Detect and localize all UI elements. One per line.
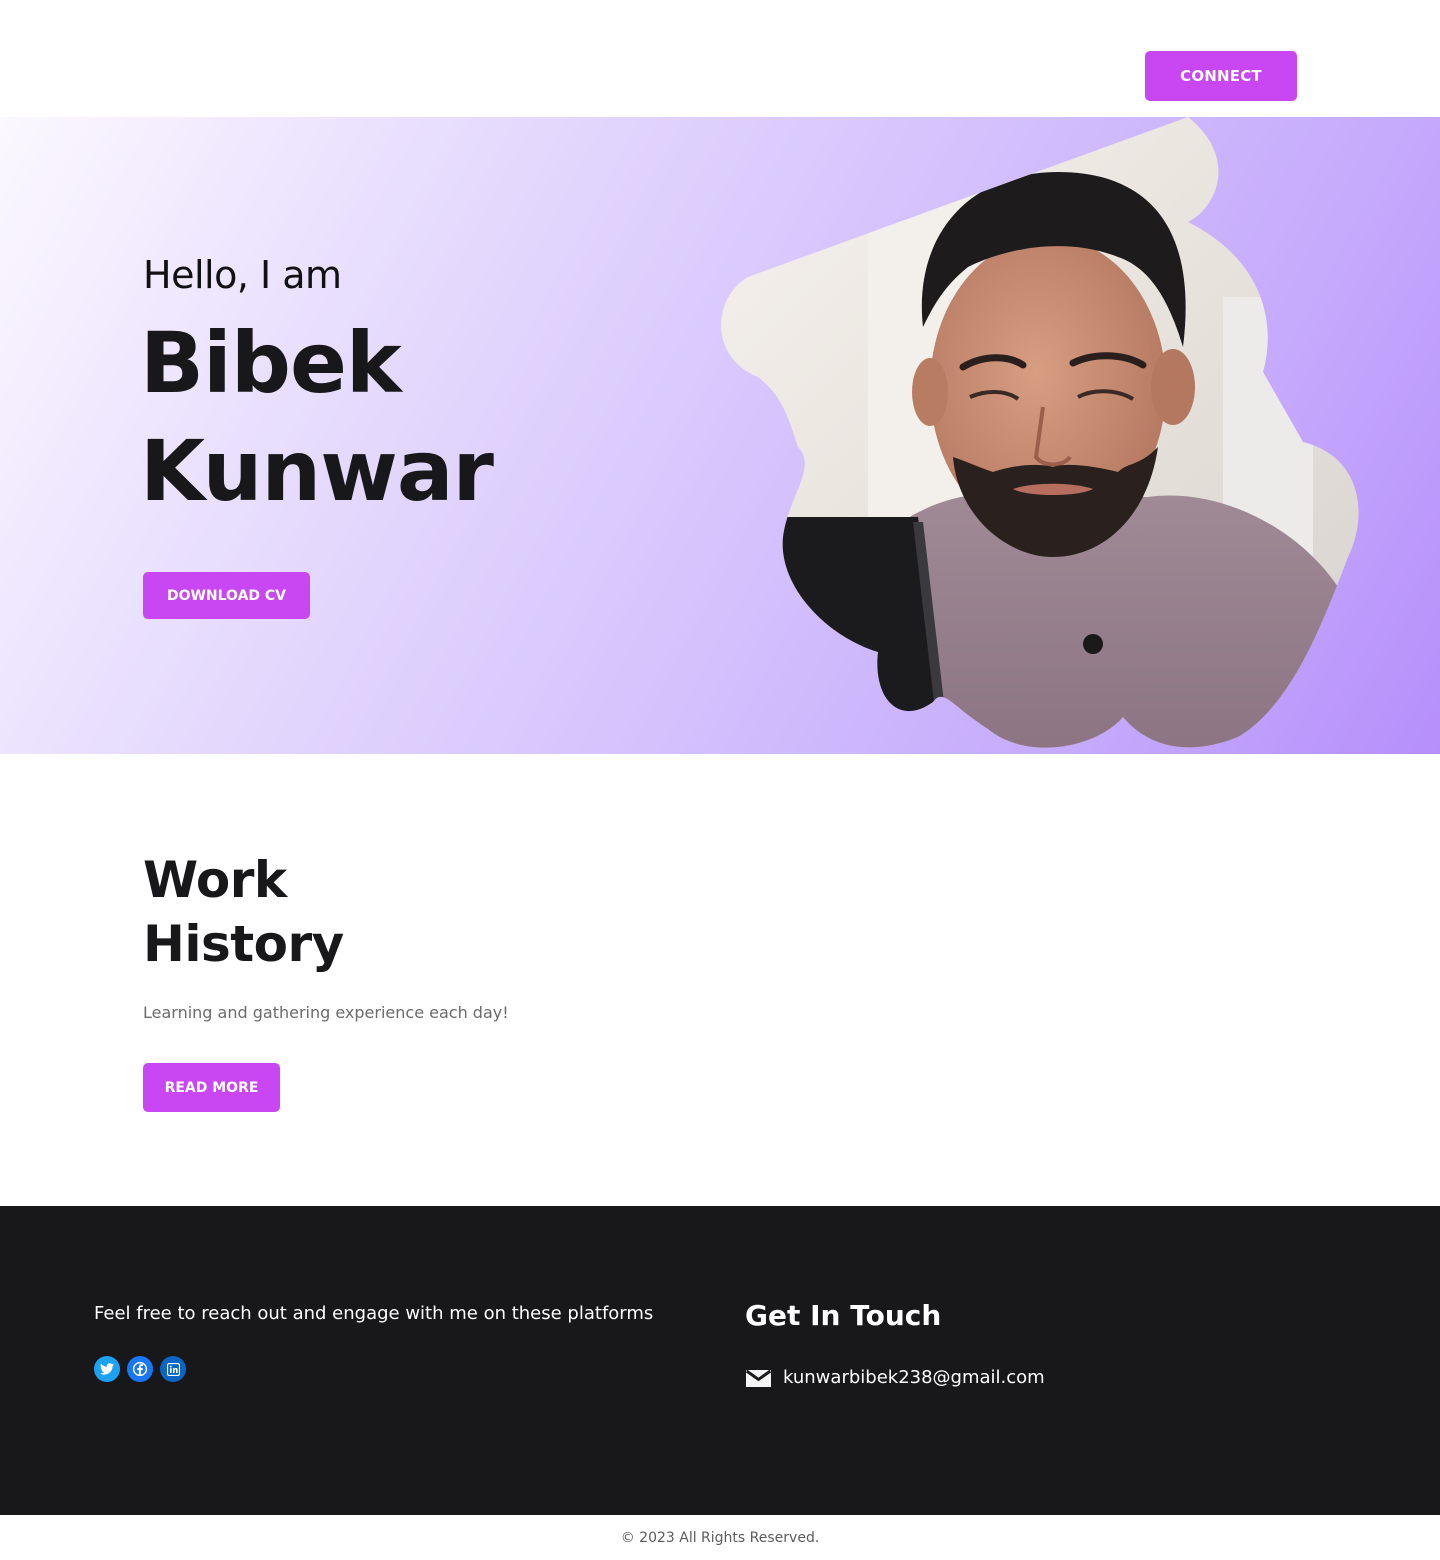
footer-tagline: Feel free to reach out and engage with m… <box>94 1303 654 1324</box>
social-links <box>94 1356 186 1382</box>
work-title-line1: Work <box>143 851 287 909</box>
connect-button[interactable]: CONNECT <box>1145 51 1297 101</box>
copyright-bar: © 2023 All Rights Reserved. <box>0 1515 1440 1560</box>
hero-name: Bibek Kunwar <box>140 309 740 525</box>
hero-greeting: Hello, I am <box>143 253 342 297</box>
contact-email-row[interactable]: kunwarbibek238@gmail.com <box>745 1366 1045 1388</box>
twitter-icon[interactable] <box>94 1356 120 1382</box>
portrait-photo <box>721 117 1359 748</box>
work-history-title: Work History <box>143 848 344 976</box>
download-cv-button[interactable]: DOWNLOAD CV <box>143 572 310 619</box>
work-history-subtitle: Learning and gathering experience each d… <box>143 1003 509 1022</box>
read-more-button[interactable]: READ MORE <box>143 1063 280 1112</box>
site-footer: Feel free to reach out and engage with m… <box>0 1206 1440 1515</box>
site-header: CONNECT <box>0 0 1440 117</box>
work-title-line2: History <box>143 915 344 973</box>
contact-email[interactable]: kunwarbibek238@gmail.com <box>783 1367 1045 1388</box>
hero-name-first: Bibek <box>140 314 402 412</box>
facebook-icon[interactable] <box>127 1356 153 1382</box>
linkedin-icon[interactable] <box>160 1356 186 1382</box>
hero-section: Hello, I am Bibek Kunwar DOWNLOAD CV <box>0 117 1440 754</box>
hero-name-last: Kunwar <box>140 422 494 520</box>
mail-icon <box>745 1369 772 1387</box>
copyright-text: © 2023 All Rights Reserved. <box>620 1529 820 1546</box>
contact-title: Get In Touch <box>745 1299 942 1332</box>
